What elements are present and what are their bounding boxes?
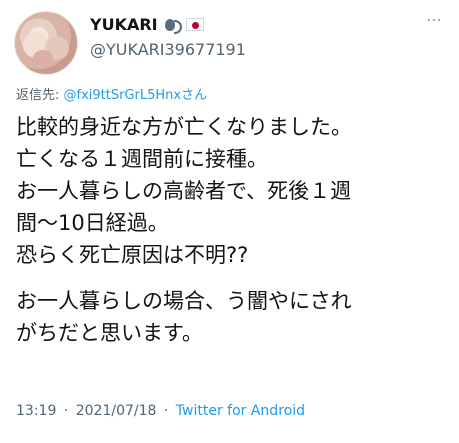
tweet-date[interactable]: 2021/07/18 bbox=[76, 403, 157, 419]
avatar[interactable] bbox=[14, 11, 78, 75]
tweet-line: お一人暮らしの場合、う闇やにされ bbox=[16, 289, 352, 313]
tweet-time[interactable]: 13:19 bbox=[16, 403, 56, 419]
author-handle[interactable]: @YUKARI39677191 bbox=[90, 40, 246, 59]
tweet-line: 間〜10日経過。 bbox=[16, 211, 169, 235]
speaking-head-icon bbox=[163, 18, 182, 34]
display-name[interactable]: YUKARI bbox=[90, 15, 158, 34]
more-options-icon[interactable]: ⋯ bbox=[426, 10, 443, 29]
tweet-meta: 13:19 · 2021/07/18 · Twitter for Android bbox=[16, 403, 305, 419]
tweet-line: 亡くなる１週間前に接種。 bbox=[16, 147, 268, 171]
meta-separator: · bbox=[63, 403, 69, 419]
reply-prefix: 返信先: bbox=[16, 88, 60, 103]
meta-separator: · bbox=[163, 403, 169, 419]
reply-mention-link[interactable]: @fxi9ttSrGrL5Hnxさん bbox=[64, 88, 208, 103]
tweet-source-link[interactable]: Twitter for Android bbox=[176, 403, 305, 419]
japan-flag-icon bbox=[185, 18, 204, 31]
tweet-line: お一人暮らしの高齢者で、死後１週 bbox=[16, 179, 352, 203]
author-name-row[interactable]: YUKARI bbox=[90, 15, 204, 34]
tweet-line: がちだと思います。 bbox=[16, 321, 203, 345]
tweet-line: 比較的身近な方が亡くなりました。 bbox=[16, 115, 352, 139]
tweet-line: 恐らく死亡原因は不明?? bbox=[16, 243, 249, 267]
reply-to-line: 返信先: @fxi9ttSrGrL5Hnxさん bbox=[16, 84, 207, 103]
tweet-body: 比較的身近な方が亡くなりました。 亡くなる１週間前に接種。 お一人暮らしの高齢者… bbox=[16, 111, 446, 349]
